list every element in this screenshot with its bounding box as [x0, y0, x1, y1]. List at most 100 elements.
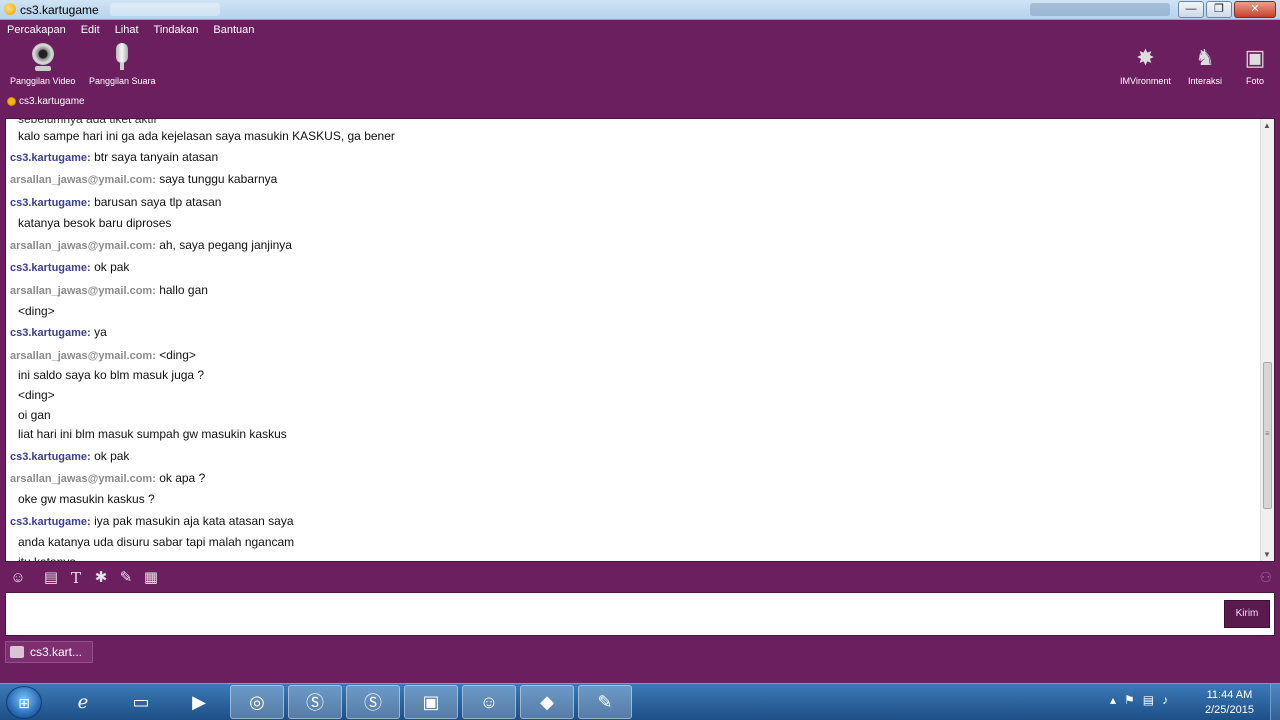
emoticon-icon[interactable]: ☺ [8, 568, 28, 588]
message-sender[interactable]: arsallan_jawas@ymail.com: [10, 174, 156, 186]
monitor-app-icon[interactable]: ▣ [404, 685, 458, 719]
scroll-down-arrow-icon[interactable]: ▼ [1263, 550, 1271, 559]
scroll-grip-icon: ≡ [1265, 429, 1270, 438]
message-sender[interactable]: cs3.kartugame: [10, 451, 91, 463]
chat-message: cs3.kartugame: btr saya tanyain atasan [10, 150, 218, 164]
message-text: oke gw masukin kaskus ? [18, 492, 155, 506]
message-sender[interactable]: arsallan_jawas@ymail.com: [10, 473, 156, 485]
imvironment-button[interactable]: ✸ IMVironment [1120, 43, 1171, 86]
message-sender[interactable]: arsallan_jawas@ymail.com: [10, 285, 156, 297]
maximize-button[interactable]: ❐ [1206, 1, 1232, 18]
system-tray: ▴ ⚑ ▤ ♪ [1110, 693, 1168, 707]
title-bar-background-blur-right [1030, 3, 1170, 16]
app-sa-icon[interactable]: Ⓢ [346, 685, 400, 719]
clock-time: 11:44 AM [1206, 689, 1253, 701]
more-options-icon[interactable]: ▦ [141, 568, 161, 588]
message-text: ok apa ? [159, 471, 206, 485]
chat-history[interactable]: sebelumnya ada tiket aktif kalo sampe ha… [5, 118, 1275, 562]
chat-clipped-line: sebelumnya ada tiket aktif [18, 118, 157, 126]
message-sender[interactable]: cs3.kartugame: [10, 327, 91, 339]
menu-tindakan[interactable]: Tindakan [154, 24, 199, 36]
send-button[interactable]: Kirim [1224, 600, 1270, 628]
chat-message: cs3.kartugame: ok pak [10, 260, 129, 274]
file-explorer-icon[interactable]: ▭ [114, 685, 168, 719]
paint-icon[interactable]: ✎ [578, 685, 632, 719]
yahoo-messenger-icon[interactable]: ☺ [462, 685, 516, 719]
show-hidden-icons-icon[interactable]: ▴ [1110, 693, 1116, 707]
chat-message: arsallan_jawas@ymail.com: ah, saya pegan… [10, 238, 292, 252]
taskbar-clock[interactable]: 11:44 AM 2/25/2015 [1205, 688, 1254, 718]
message-text: barusan saya tlp atasan [94, 195, 222, 209]
message-text: <ding> [18, 304, 55, 318]
volume-icon[interactable]: ♪ [1162, 693, 1168, 707]
message-sender[interactable]: cs3.kartugame: [10, 516, 91, 528]
message-text: ya [94, 325, 107, 339]
minimize-button[interactable]: — [1178, 1, 1204, 18]
conversation-tab-icon [10, 646, 24, 658]
video-call-button[interactable]: Panggilan Video [10, 43, 75, 86]
message-text: hallo gan [159, 283, 208, 297]
title-bar: cs3.kartugame — ❐ ✕ [0, 0, 1280, 20]
status-dot-icon [7, 97, 16, 106]
attach-icon[interactable]: ✎ [116, 568, 136, 588]
dota-icon[interactable]: ◆ [520, 685, 574, 719]
conversation-header: Percakapan Edit Lihat Tindakan Bantuan P… [0, 21, 1280, 114]
foto-button[interactable]: ▣ Foto [1240, 43, 1270, 86]
internet-explorer-icon[interactable]: ℯ [56, 685, 110, 719]
chat-message: arsallan_jawas@ymail.com: hallo gan [10, 283, 208, 297]
photo-icon: ▣ [1244, 45, 1266, 70]
contact-name[interactable]: cs3.kartugame [19, 96, 85, 107]
skype-icon[interactable]: Ⓢ [288, 685, 342, 719]
chat-message: arsallan_jawas@ymail.com: saya tunggu ka… [10, 172, 277, 186]
menu-percakapan[interactable]: Percakapan [7, 24, 66, 36]
message-text: saya tunggu kabarnya [159, 172, 278, 186]
chat-message: arsallan_jawas@ymail.com: <ding> [10, 348, 196, 362]
message-sender[interactable]: cs3.kartugame: [10, 152, 91, 164]
imvironment-label: IMVironment [1120, 76, 1171, 86]
chat-scrollbar[interactable]: ▲ ≡ ▼ [1260, 119, 1274, 561]
conversation-tab[interactable]: cs3.kart... [5, 641, 93, 663]
message-text: kalo sampe hari ini ga ada kejelasan say… [18, 129, 395, 143]
message-text: itu katanya [18, 555, 77, 562]
message-text: <ding> [159, 348, 196, 362]
action-center-flag-icon[interactable]: ⚑ [1124, 693, 1135, 707]
media-player-icon[interactable]: ▶ [172, 685, 226, 719]
interaksi-button[interactable]: ♞ Interaksi [1188, 43, 1222, 86]
title-bar-background-blur [110, 3, 220, 16]
message-continuation: ini saldo saya ko blm masuk juga ? [18, 368, 204, 382]
menu-edit[interactable]: Edit [81, 24, 100, 36]
menu-bar: Percakapan Edit Lihat Tindakan Bantuan [7, 24, 254, 36]
chess-piece-icon: ♞ [1195, 45, 1215, 70]
microphone-icon [108, 43, 136, 73]
show-desktop-button[interactable] [1270, 684, 1280, 720]
app-swirl-icon[interactable]: ◎ [230, 685, 284, 719]
message-sender[interactable]: arsallan_jawas@ymail.com: [10, 350, 156, 362]
message-sender[interactable]: cs3.kartugame: [10, 262, 91, 274]
buzz-icon[interactable]: ✱ [91, 568, 111, 588]
message-text: btr saya tanyain atasan [94, 150, 219, 164]
font-format-icon[interactable]: T [66, 568, 86, 588]
message-text: liat hari ini blm masuk sumpah gw masuki… [18, 427, 287, 441]
menu-bantuan[interactable]: Bantuan [213, 24, 254, 36]
clock-date: 2/25/2015 [1205, 704, 1254, 716]
video-call-label: Panggilan Video [10, 76, 76, 86]
message-sender[interactable]: arsallan_jawas@ymail.com: [10, 240, 156, 252]
network-icon[interactable]: ▤ [1143, 693, 1154, 707]
scroll-up-arrow-icon[interactable]: ▲ [1263, 121, 1271, 130]
message-text: oi gan [18, 408, 51, 422]
message-continuation: anda katanya uda disuru sabar tapi malah… [18, 535, 294, 549]
message-sender[interactable]: cs3.kartugame: [10, 197, 91, 209]
message-continuation: <ding> [18, 388, 55, 402]
windows-orb-icon[interactable]: ⊞ [6, 686, 42, 719]
message-continuation: itu katanya [18, 555, 77, 562]
contact-list-icon[interactable]: ⚇ [1259, 569, 1272, 586]
message-continuation: liat hari ini blm masuk sumpah gw masuki… [18, 427, 287, 441]
message-input[interactable] [5, 592, 1275, 636]
voice-call-button[interactable]: Panggilan Suara [89, 43, 156, 86]
message-text: ini saldo saya ko blm masuk juga ? [18, 368, 205, 382]
close-button[interactable]: ✕ [1234, 1, 1276, 18]
contact-status-row: cs3.kartugame [7, 96, 85, 107]
chat-bubble-icon[interactable]: ▤ [41, 568, 61, 588]
taskbar: ⊞ ℯ ▭ ▶ ◎ Ⓢ Ⓢ ▣ ☺ ◆ ✎ ▴ ⚑ ▤ ♪ 11:44 AM 2… [0, 683, 1280, 720]
menu-lihat[interactable]: Lihat [115, 24, 139, 36]
